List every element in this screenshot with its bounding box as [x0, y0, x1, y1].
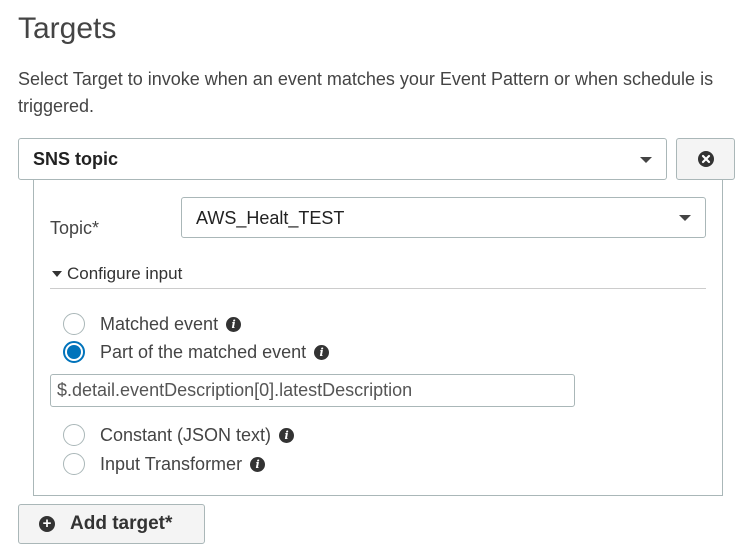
plus-circle-icon: + [39, 516, 55, 532]
configure-input-label: Configure input [67, 264, 183, 283]
info-icon[interactable]: i [250, 456, 266, 472]
radio-matched-event[interactable] [63, 313, 85, 335]
option-matched-event[interactable]: Matched event i [63, 313, 242, 335]
divider [50, 288, 706, 289]
topic-select[interactable]: AWS_Healt_TEST [181, 197, 706, 238]
page-title: Targets [18, 12, 117, 45]
remove-target-button[interactable] [676, 138, 735, 180]
option-label: Input Transformer [100, 453, 243, 474]
option-label: Matched event [100, 313, 219, 334]
chevron-down-icon [640, 157, 652, 163]
option-input-transformer[interactable]: Input Transformer i [63, 453, 266, 475]
option-constant-json[interactable]: Constant (JSON text) i [63, 424, 295, 446]
add-target-button[interactable]: + Add target* [18, 504, 205, 544]
option-label: Constant (JSON text) [100, 424, 272, 445]
add-target-label: Add target* [70, 513, 173, 534]
configure-input-toggle[interactable]: Configure input [50, 264, 182, 284]
chevron-down-icon [679, 215, 691, 221]
radio-constant-json[interactable] [63, 424, 85, 446]
option-part-of-matched-event[interactable]: Part of the matched event i [63, 341, 330, 363]
info-icon[interactable]: i [226, 316, 242, 332]
caret-down-icon [52, 271, 62, 277]
info-icon[interactable]: i [279, 427, 295, 443]
option-label: Part of the matched event [100, 341, 307, 362]
info-icon[interactable]: i [314, 344, 330, 360]
radio-part-of-matched-event[interactable] [63, 341, 85, 363]
topic-label: Topic* [50, 218, 100, 238]
targets-description: Select Target to invoke when an event ma… [18, 69, 714, 116]
topic-value: AWS_Healt_TEST [196, 208, 345, 228]
close-circle-icon [697, 151, 714, 167]
target-type-select[interactable]: SNS topic [18, 138, 667, 180]
json-path-input[interactable] [50, 374, 575, 407]
radio-input-transformer[interactable] [63, 453, 85, 475]
target-type-value: SNS topic [33, 149, 119, 169]
